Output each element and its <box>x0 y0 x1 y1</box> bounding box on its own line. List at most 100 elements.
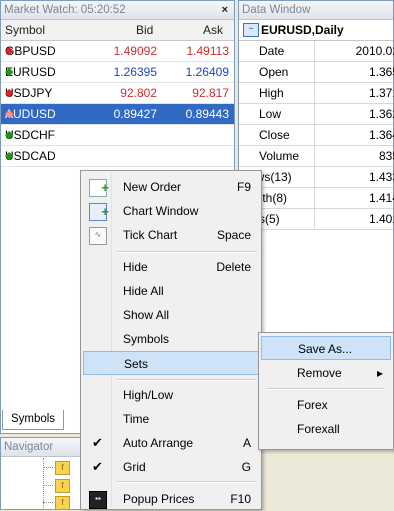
arrow-down-icon: ◆ <box>5 45 14 57</box>
menu-item-label: New Order <box>123 180 182 194</box>
data-label: Volume <box>239 146 315 166</box>
ask-cell: 92.817 <box>192 86 229 100</box>
menu-item-label: Symbols <box>123 332 170 346</box>
data-row: Date 2010.02 <box>239 41 394 62</box>
data-row: Low 1.362 <box>239 104 394 125</box>
menu-item-popup-prices[interactable]: ▪▪ Popup Prices F10 <box>83 487 259 511</box>
data-value: 1.433 <box>368 170 394 184</box>
table-row[interactable]: ◆ EURUSD 1.26395 1.26409 <box>1 62 234 83</box>
menu-item-time[interactable]: Time <box>83 407 259 431</box>
data-label: Close <box>239 125 315 145</box>
data-row: Lips(5)1.401 <box>239 209 394 230</box>
indicator-icon[interactable]: f <box>55 461 70 475</box>
menu-separator <box>117 379 257 381</box>
bid-cell: 0.89427 <box>113 107 157 121</box>
check-icon: ✔ <box>92 435 103 450</box>
data-row: Volume 835 <box>239 146 394 167</box>
menu-item-label: Tick Chart <box>123 228 178 242</box>
arrow-down-icon: ◆ <box>5 87 14 99</box>
menu-item-high-low[interactable]: High/Low <box>83 383 259 407</box>
symbol-cell: ◆ GBPUSD <box>5 41 87 61</box>
chart-icon: ~ <box>243 23 259 37</box>
data-value: 1.365 <box>368 65 394 79</box>
close-icon[interactable]: × <box>222 1 228 19</box>
menu-item-chart-window[interactable]: Chart Window <box>83 199 259 224</box>
menu-item-new-order[interactable]: New Order F9 <box>83 175 259 200</box>
menu-item-grid[interactable]: ✔ Grid G <box>83 455 259 479</box>
data-label: High <box>239 83 315 103</box>
tab-symbols[interactable]: Symbols <box>2 410 64 430</box>
new-order-icon <box>89 176 109 200</box>
submenu-item-label: Save As... <box>298 342 353 356</box>
menu-item-shortcut: F9 <box>236 180 251 194</box>
column-header-bid[interactable]: Bid <box>136 20 153 40</box>
menu-item-label: Auto Arrange <box>123 436 194 450</box>
indicator-icon[interactable]: f <box>55 496 70 510</box>
data-value: 835 <box>378 149 394 163</box>
data-row: Close 1.364 <box>239 125 394 146</box>
submenu-item-forexall[interactable]: Forexall <box>261 417 391 441</box>
tick-chart-icon: ∿ <box>89 227 107 245</box>
menu-item-auto-arrange[interactable]: ✔ Auto Arrange A <box>83 431 259 455</box>
symbol-cell: ◆ USDJPY <box>5 83 87 103</box>
table-row[interactable]: ◆ USDCHF <box>1 125 234 146</box>
menu-item-show-all[interactable]: Show All <box>83 303 259 327</box>
menu-item-label: Chart Window <box>123 204 199 218</box>
menu-item-label: Popup Prices <box>123 492 195 506</box>
symbol-cell: ◆ USDCHF <box>5 125 87 145</box>
data-value: 1.364 <box>368 128 394 142</box>
table-row[interactable]: ◆ USDJPY 92.802 92.817 <box>1 83 234 104</box>
tree-connector <box>43 485 53 486</box>
menu-item-shortcut: F10 <box>230 492 251 506</box>
data-window-symbol-label: EURUSD,Daily <box>261 23 344 37</box>
data-label: Date <box>239 41 315 61</box>
submenu-item-save-as[interactable]: Save As... <box>261 336 391 360</box>
chart-window-icon <box>89 200 109 224</box>
table-row[interactable]: ◆ GBPUSD 1.49092 1.49113 <box>1 41 234 62</box>
data-window-symbol: ~ EURUSD,Daily <box>239 20 393 41</box>
market-watch-title-bar: Market Watch: 05:20:52 × <box>1 1 234 20</box>
bid-cell: 92.802 <box>120 86 157 100</box>
data-value: 1.362 <box>368 107 394 121</box>
indicator-icon[interactable]: f <box>55 479 70 493</box>
bid-cell: 1.26395 <box>113 65 157 79</box>
context-menu: New Order F9 Chart Window ∿ Tick Chart Space H… <box>80 170 262 510</box>
data-value: 2010.02 <box>355 44 394 58</box>
tree-connector <box>43 467 53 468</box>
data-row: Open 1.365 <box>239 62 394 83</box>
market-watch-title: Market Watch: 05:20:52 <box>4 4 126 16</box>
bid-cell: 1.49092 <box>113 44 157 58</box>
menu-item-shortcut: Delete <box>216 260 251 274</box>
menu-item-shortcut: G <box>241 460 251 474</box>
table-row[interactable]: ◆ AUDUSD 0.89427 0.89443 <box>1 104 234 125</box>
submenu-item-remove[interactable]: Remove ▸ <box>261 361 391 385</box>
data-value: 1.371 <box>368 86 394 100</box>
menu-separator <box>267 388 385 390</box>
menu-item-hide[interactable]: Hide Delete <box>83 255 259 279</box>
menu-item-label: High/Low <box>123 388 174 402</box>
data-row: Teeth(8)1.414 <box>239 188 394 209</box>
data-label: Low <box>239 104 315 124</box>
menu-item-label: Hide <box>123 260 148 274</box>
data-label: Open <box>239 62 315 82</box>
symbol-cell: ◆ USDCAD <box>5 146 87 166</box>
table-row[interactable]: ◆ USDCAD <box>1 146 234 167</box>
sets-submenu: Save As... Remove ▸ Forex Forexall <box>258 332 394 450</box>
menu-item-symbols[interactable]: Symbols <box>83 327 259 351</box>
chevron-right-icon: ▸ <box>376 366 383 380</box>
data-value: 1.401 <box>368 212 394 226</box>
menu-item-hide-all[interactable]: Hide All <box>83 279 259 303</box>
menu-item-tick-chart[interactable]: ∿ Tick Chart Space <box>83 223 259 247</box>
column-header-ask[interactable]: Ask <box>203 20 223 40</box>
menu-item-sets[interactable]: Sets <box>83 351 259 375</box>
submenu-item-forex[interactable]: Forex <box>261 393 391 417</box>
menu-item-label: Hide All <box>123 284 164 298</box>
submenu-item-label: Forexall <box>297 422 340 436</box>
column-header-symbol[interactable]: Symbol <box>5 20 45 40</box>
submenu-item-label: Remove <box>297 366 342 380</box>
symbol-cell: ◆ AUDUSD <box>5 104 87 124</box>
data-value: 1.414 <box>368 191 394 205</box>
submenu-item-label: Forex <box>297 398 328 412</box>
menu-separator <box>117 481 257 483</box>
data-row: High 1.371 <box>239 83 394 104</box>
